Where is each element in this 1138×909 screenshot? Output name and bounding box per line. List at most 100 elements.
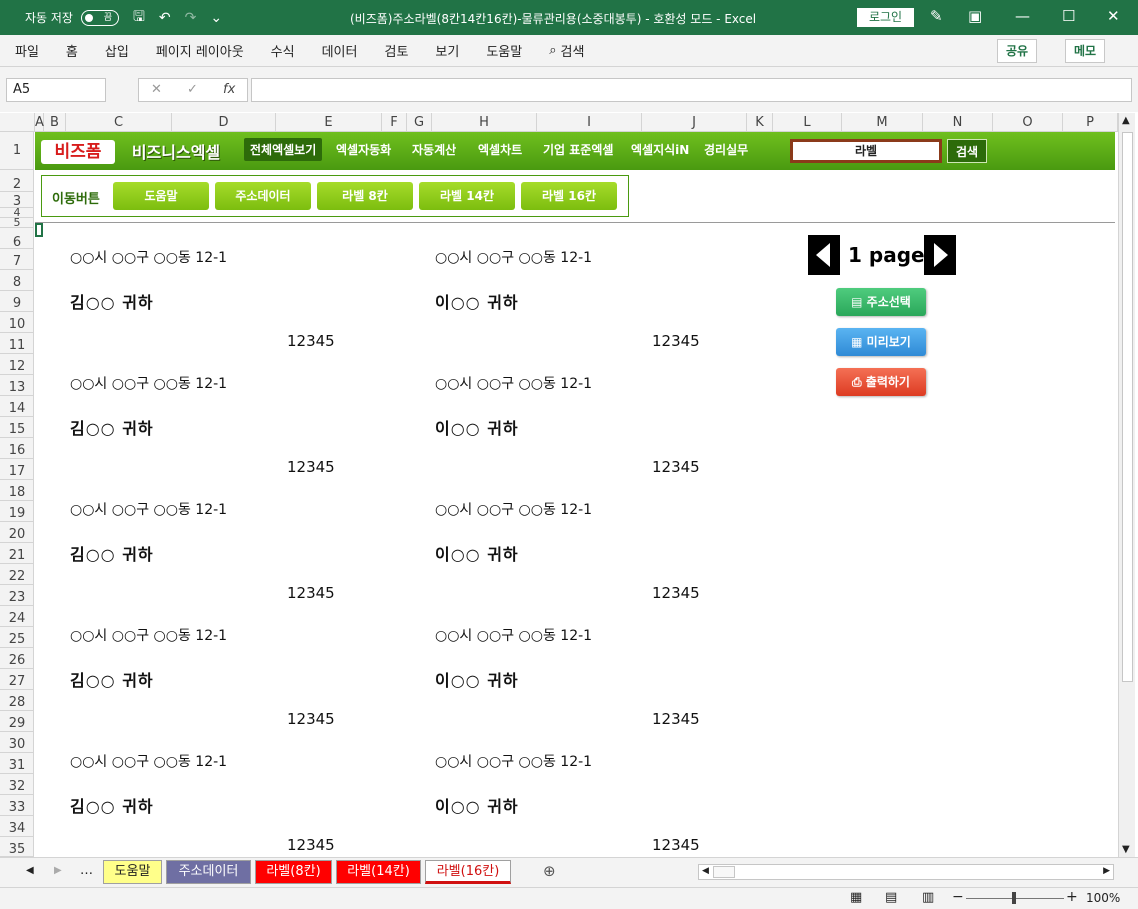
banner-search-input[interactable]: 라벨 <box>790 139 942 163</box>
search-icon[interactable]: ⌕ <box>549 43 556 58</box>
row-header-28[interactable]: 28 <box>0 690 33 711</box>
column-header-f[interactable]: F <box>382 113 407 132</box>
row-header-1[interactable]: 1 <box>0 132 33 170</box>
column-header-b[interactable]: B <box>44 113 66 132</box>
zoom-level[interactable]: 100% <box>1086 891 1120 905</box>
ribbon-search[interactable]: 검색 <box>561 41 585 60</box>
column-header-c[interactable]: C <box>66 113 172 132</box>
tab-scroll-left-icon[interactable]: ◀ <box>26 865 34 876</box>
label-8-move-button[interactable]: 라벨 8칸 <box>317 182 413 210</box>
save-icon[interactable]: 🖫 <box>133 6 145 30</box>
column-header-h[interactable]: H <box>432 113 537 132</box>
vertical-scrollbar[interactable]: ▲ ▼ <box>1118 113 1135 857</box>
tab-home[interactable]: 홈 <box>66 41 78 60</box>
nav-excel-chart[interactable]: 엑셀차트 <box>478 141 522 158</box>
banner-search-button[interactable]: 검색 <box>947 139 987 163</box>
row-header-18[interactable]: 18 <box>0 480 33 501</box>
business-excel-logo[interactable]: 비즈니스엑셀 <box>127 139 225 165</box>
row-header-6[interactable]: 6 <box>0 228 33 250</box>
undo-icon[interactable]: ↶ <box>159 10 171 26</box>
row-header-31[interactable]: 31 <box>0 753 33 774</box>
column-header-o[interactable]: O <box>993 113 1063 132</box>
selected-cell-a5[interactable] <box>35 223 43 237</box>
tab-file[interactable]: 파일 <box>15 41 39 60</box>
autosave-toggle[interactable]: 끔 <box>80 9 119 26</box>
tab-insert[interactable]: 삽입 <box>105 41 129 60</box>
row-header-21[interactable]: 21 <box>0 543 33 564</box>
hscroll-right-icon[interactable]: ▶ <box>1103 866 1110 876</box>
formula-input[interactable] <box>251 78 1132 102</box>
row-header-27[interactable]: 27 <box>0 669 33 690</box>
row-header-33[interactable]: 33 <box>0 795 33 816</box>
insert-function-icon[interactable]: fx <box>223 79 235 101</box>
sheet-tab-address-data[interactable]: 주소데이터 <box>166 860 251 884</box>
scroll-up-icon[interactable]: ▲ <box>1122 115 1130 126</box>
sheet-tab-label-8[interactable]: 라벨(8칸) <box>255 860 332 884</box>
tab-help[interactable]: 도움말 <box>486 41 522 60</box>
bizforms-logo[interactable]: 비즈폼 <box>41 140 115 164</box>
row-header-9[interactable]: 9 <box>0 291 33 312</box>
select-address-button[interactable]: ▤ 주소선택 <box>836 288 926 316</box>
row-header-25[interactable]: 25 <box>0 627 33 648</box>
row-header-17[interactable]: 17 <box>0 459 33 480</box>
row-header-30[interactable]: 30 <box>0 732 33 753</box>
redo-icon[interactable]: ↷ <box>185 10 197 26</box>
row-header-24[interactable]: 24 <box>0 606 33 627</box>
normal-view-icon[interactable]: ▦ <box>850 890 862 905</box>
column-header-i[interactable]: I <box>537 113 642 132</box>
row-header-26[interactable]: 26 <box>0 648 33 669</box>
customize-toolbar-icon[interactable]: ⌄ <box>210 10 222 26</box>
row-header-10[interactable]: 10 <box>0 312 33 333</box>
row-header-7[interactable]: 7 <box>0 249 33 270</box>
column-header-j[interactable]: J <box>642 113 747 132</box>
column-header-d[interactable]: D <box>172 113 276 132</box>
scroll-down-icon[interactable]: ▼ <box>1122 844 1130 855</box>
cancel-icon[interactable]: ✕ <box>151 79 162 101</box>
minimize-icon[interactable]: — <box>1015 7 1030 25</box>
sheet-tab-help[interactable]: 도움말 <box>103 860 162 884</box>
sheet-tab-label-14[interactable]: 라벨(14칸) <box>336 860 421 884</box>
login-button[interactable]: 로그인 <box>857 8 914 27</box>
select-all-corner[interactable] <box>0 113 35 132</box>
row-header-5[interactable]: 5 <box>0 217 33 228</box>
print-button[interactable]: ⎙ 출력하기 <box>836 368 926 396</box>
row-header-34[interactable]: 34 <box>0 816 33 837</box>
close-icon[interactable]: ✕ <box>1107 7 1120 25</box>
column-header-g[interactable]: G <box>407 113 432 132</box>
page-break-view-icon[interactable]: ▥ <box>922 890 934 905</box>
column-header-k[interactable]: K <box>747 113 773 132</box>
tab-page-layout[interactable]: 페이지 레이아웃 <box>156 41 244 60</box>
zoom-in-icon[interactable]: + <box>1066 889 1078 905</box>
row-header-13[interactable]: 13 <box>0 375 33 396</box>
horizontal-scroll-thumb[interactable] <box>713 866 735 878</box>
next-page-button[interactable] <box>924 235 956 275</box>
enter-icon[interactable]: ✓ <box>187 79 198 101</box>
zoom-slider-thumb[interactable] <box>1012 892 1016 904</box>
worksheet[interactable]: 비즈폼 비즈니스엑셀 전체엑셀보기 엑셀자동화 자동계산 엑셀차트 기업 표준엑… <box>35 132 1115 857</box>
nav-excel-automation[interactable]: 엑셀자동화 <box>336 141 391 158</box>
row-header-14[interactable]: 14 <box>0 396 33 417</box>
row-header-35[interactable]: 35 <box>0 837 33 857</box>
row-header-19[interactable]: 19 <box>0 501 33 522</box>
row-header-23[interactable]: 23 <box>0 585 33 606</box>
preview-button[interactable]: ▦ 미리보기 <box>836 328 926 356</box>
column-header-p[interactable]: P <box>1063 113 1118 132</box>
nav-all-excel[interactable]: 전체엑셀보기 <box>244 138 323 161</box>
ribbon-display-icon[interactable]: ▣ <box>968 7 982 25</box>
row-header-11[interactable]: 11 <box>0 333 33 354</box>
label-14-move-button[interactable]: 라벨 14칸 <box>419 182 515 210</box>
nav-corporate-standard[interactable]: 기업 표준엑셀 <box>543 141 613 158</box>
row-header-20[interactable]: 20 <box>0 522 33 543</box>
tab-formulas[interactable]: 수식 <box>271 41 295 60</box>
nav-accounting[interactable]: 경리실무 <box>704 141 748 158</box>
column-header-m[interactable]: M <box>842 113 923 132</box>
horizontal-scrollbar[interactable]: ◀ ▶ <box>698 864 1114 880</box>
page-layout-view-icon[interactable]: ▤ <box>885 890 897 905</box>
column-header-n[interactable]: N <box>923 113 993 132</box>
label-16-move-button[interactable]: 라벨 16칸 <box>521 182 617 210</box>
tab-review[interactable]: 검토 <box>384 41 408 60</box>
more-tabs-icon[interactable]: … <box>80 863 93 878</box>
help-move-button[interactable]: 도움말 <box>113 182 209 210</box>
row-header-2[interactable]: 2 <box>0 170 33 192</box>
share-button[interactable]: 공유 <box>997 39 1038 63</box>
